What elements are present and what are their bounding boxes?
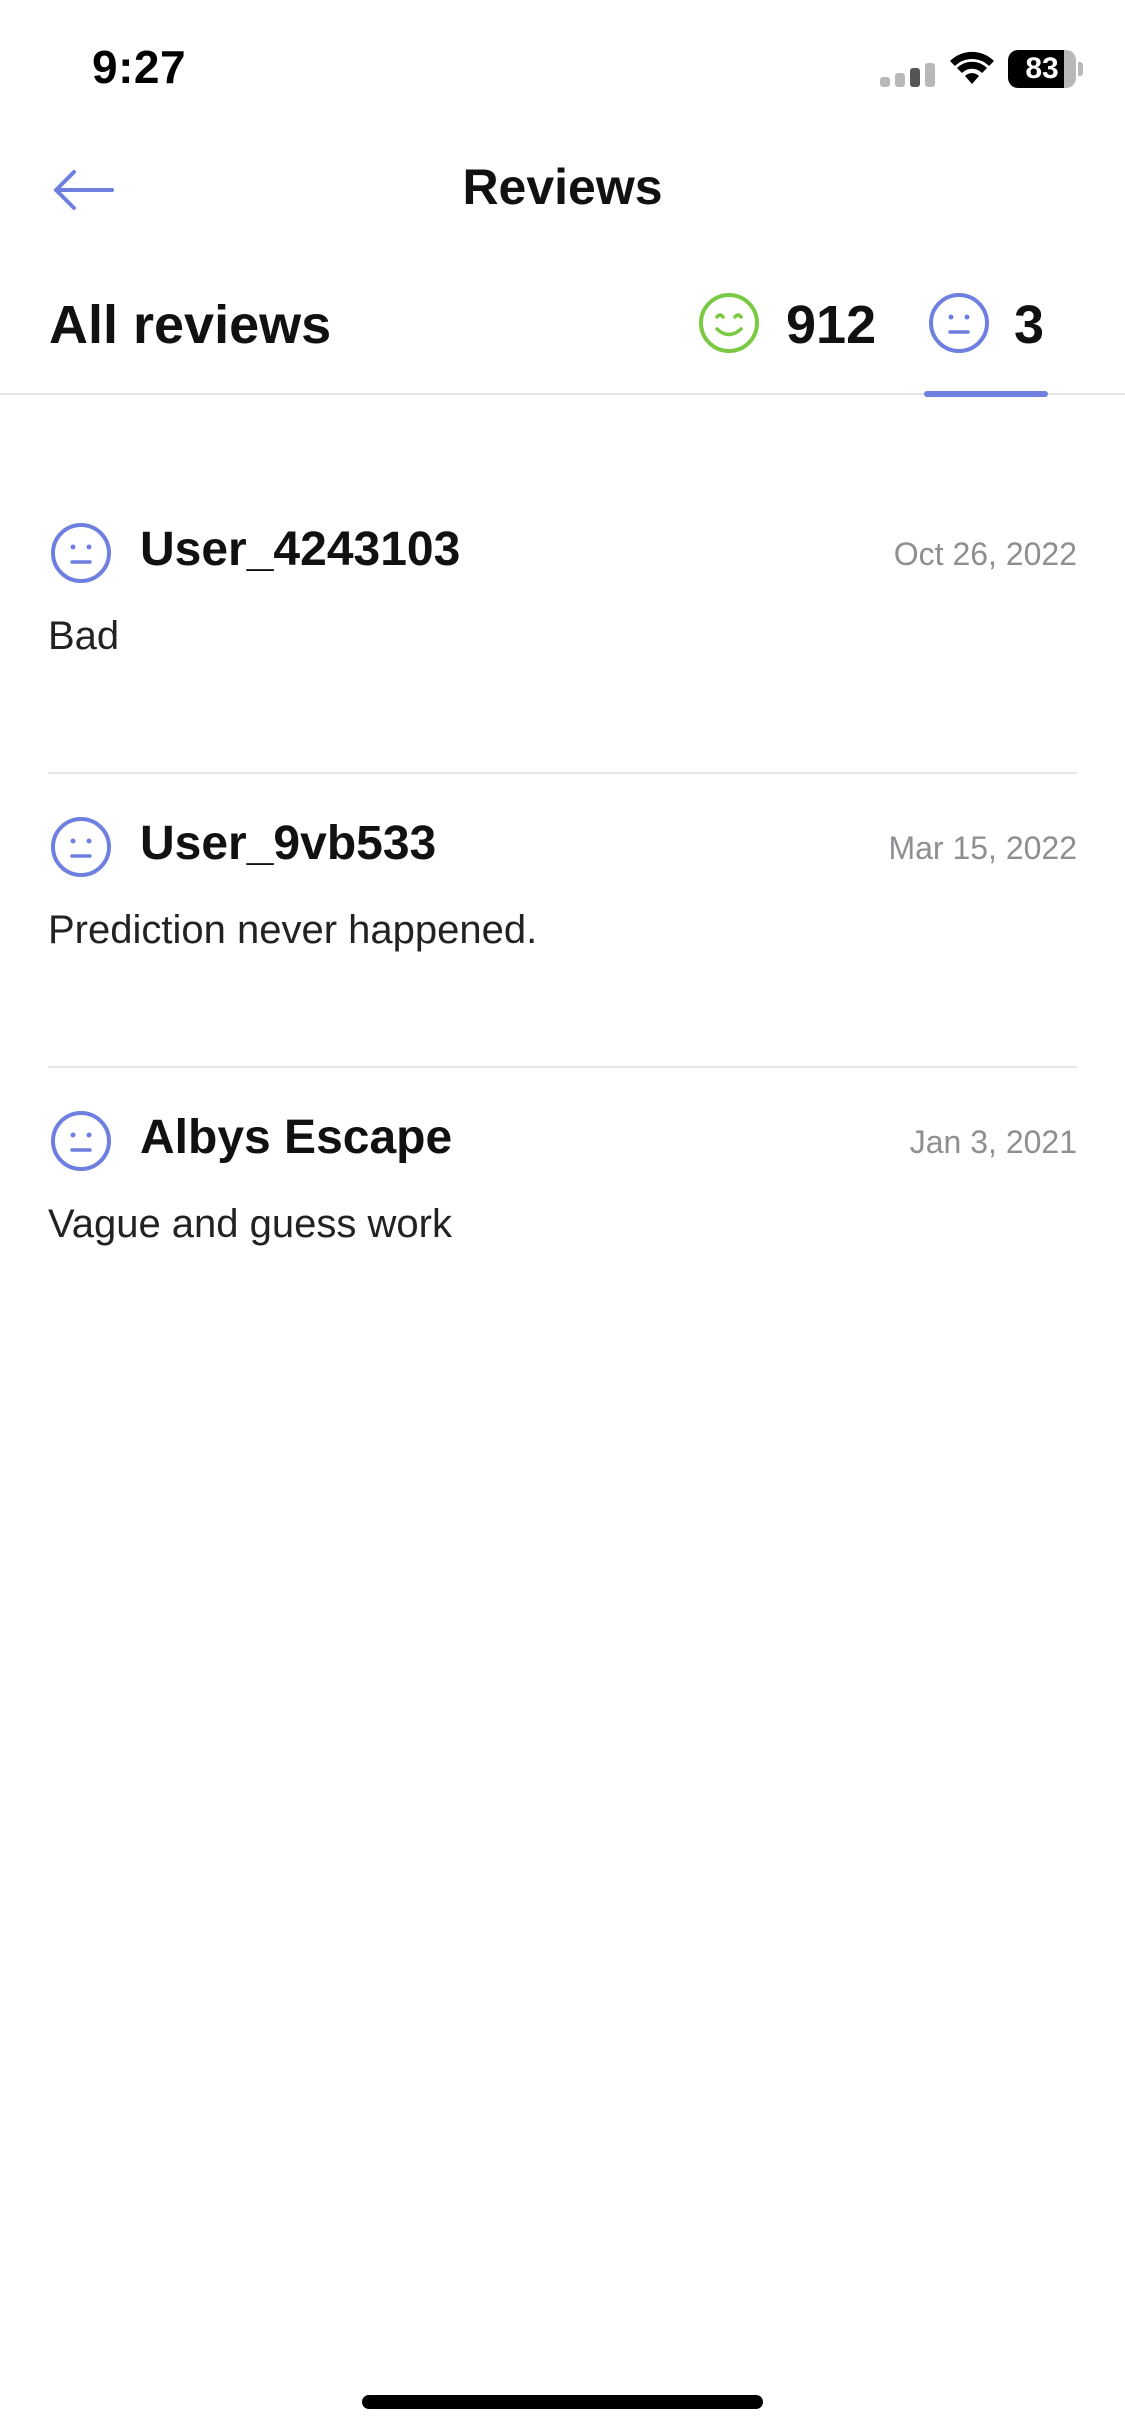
battery-level: 83: [1025, 52, 1059, 85]
review-list: User_4243103 Oct 26, 2022 Bad User_9vb53…: [48, 480, 1077, 1362]
neutral-review-count: 3: [1014, 295, 1045, 355]
review-text: Prediction never happened.: [48, 908, 538, 952]
status-time: 9:27: [92, 41, 187, 93]
tab-positive-reviews[interactable]: 912: [694, 270, 884, 395]
tab-neutral-reviews[interactable]: 3: [924, 270, 1048, 397]
filter-title: All reviews: [49, 295, 332, 355]
review-text: Bad: [48, 614, 120, 658]
neutral-face-icon: [51, 817, 111, 877]
review-item[interactable]: Albys Escape Jan 3, 2021 Vague and guess…: [48, 1068, 1077, 1362]
review-date: Oct 26, 2022: [893, 536, 1077, 572]
battery-tip: [1078, 62, 1083, 76]
review-filter-header: All reviews 912 3: [0, 270, 1125, 397]
review-username: User_9vb533: [140, 817, 437, 870]
positive-review-count: 912: [786, 295, 877, 355]
review-date: Mar 15, 2022: [888, 830, 1077, 866]
review-item[interactable]: User_4243103 Oct 26, 2022 Bad: [48, 480, 1077, 774]
battery-indicator: 83: [1008, 50, 1084, 88]
navigation-bar: Reviews: [0, 140, 1125, 240]
neutral-face-icon: [51, 1111, 111, 1171]
wifi-icon: [950, 51, 994, 84]
review-date: Jan 3, 2021: [909, 1124, 1077, 1160]
neutral-face-icon: [929, 293, 989, 353]
review-text: Vague and guess work: [48, 1202, 452, 1246]
status-bar: 9:27 83: [0, 0, 1125, 140]
page-title: Reviews: [462, 159, 663, 215]
neutral-face-icon: [51, 523, 111, 583]
reviews-screen: 9:27 83 Reviews All reviews 912 3 User_4…: [0, 0, 1125, 2436]
cellular-signal-icon: [880, 63, 935, 87]
battery-body: 83: [1008, 50, 1076, 88]
review-item[interactable]: User_9vb533 Mar 15, 2022 Prediction neve…: [48, 774, 1077, 1068]
review-username: User_4243103: [140, 523, 461, 576]
review-username: Albys Escape: [140, 1111, 453, 1164]
home-indicator[interactable]: [362, 2395, 763, 2409]
selected-tab-indicator: [924, 391, 1048, 397]
smile-face-icon: [699, 293, 759, 353]
